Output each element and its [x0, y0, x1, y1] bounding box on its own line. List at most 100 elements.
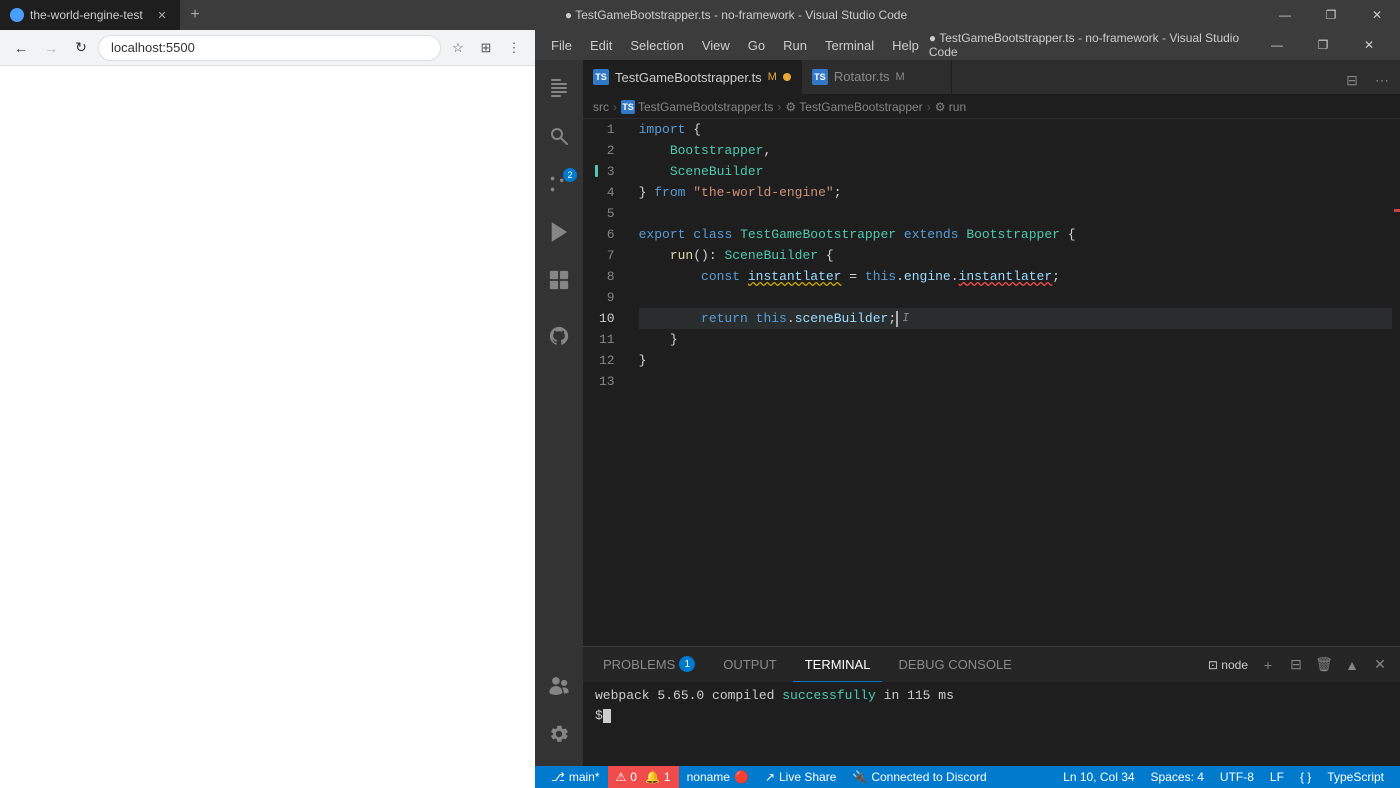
status-liveshare[interactable]: ↗ Live Share: [757, 766, 844, 788]
activity-github[interactable]: [535, 312, 583, 360]
titlebar-left: the-world-engine-test ✕ +: [0, 0, 210, 30]
breadcrumb-file[interactable]: TS TestGameBootstrapper.ts: [621, 100, 773, 114]
vscode-body: 2: [535, 60, 1400, 766]
status-errors[interactable]: ⚠ 0 🔔 1: [608, 766, 679, 788]
titlebar-title: ● TestGameBootstrapper.ts - no-framework…: [210, 8, 1262, 22]
browser-tab-close[interactable]: ✕: [154, 7, 170, 23]
encoding-label: UTF-8: [1220, 770, 1254, 784]
status-language[interactable]: TypeScript: [1319, 766, 1392, 788]
menu-terminal[interactable]: Terminal: [817, 34, 882, 57]
branch-icon: ⎇: [551, 770, 565, 784]
language-label: TypeScript: [1327, 770, 1384, 784]
code-line-12: }: [639, 350, 1392, 371]
back-button[interactable]: ←: [8, 35, 34, 61]
maximize-button[interactable]: ❐: [1308, 0, 1354, 30]
more-actions-button[interactable]: ⋯: [1368, 66, 1396, 94]
menu-edit[interactable]: Edit: [582, 34, 620, 57]
line-num-12: 12: [599, 350, 615, 371]
new-tab-button[interactable]: +: [180, 0, 210, 30]
browser-panel: ← → ↻ ☆ ⊞ ⋮: [0, 30, 535, 788]
status-right: Ln 10, Col 34 Spaces: 4 UTF-8 LF { } Typ…: [1055, 766, 1392, 788]
menu-help[interactable]: Help: [884, 34, 927, 57]
menu-run[interactable]: Run: [775, 34, 815, 57]
code-editor[interactable]: 1 2 3 4 5 6 7 8 9 10 11 12 13: [583, 119, 1400, 646]
line-num-4: 4: [599, 182, 615, 203]
menu-go[interactable]: Go: [740, 34, 773, 57]
tab-terminal[interactable]: TERMINAL: [793, 647, 883, 682]
breadcrumb-src[interactable]: src: [593, 100, 609, 114]
maximize-panel-button[interactable]: ▲: [1340, 653, 1364, 677]
code-line-3: SceneBuilder: [639, 161, 1392, 182]
breadcrumb-class[interactable]: ⚙ TestGameBootstrapper: [785, 100, 922, 114]
activity-settings[interactable]: [535, 710, 583, 758]
tab-output[interactable]: OUTPUT: [711, 647, 788, 682]
split-editor-button[interactable]: ⊟: [1338, 66, 1366, 94]
ts-icon-1: TS: [593, 69, 609, 85]
terminal-rest: in 115 ms: [876, 688, 954, 703]
status-bar: ⎇ main* ⚠ 0 🔔 1 noname 🔴 ↗ Live Share: [535, 766, 1400, 788]
activity-debug[interactable]: [535, 208, 583, 256]
code-line-6: export class TestGameBootstrapper extend…: [639, 224, 1392, 245]
status-eol[interactable]: LF: [1262, 766, 1292, 788]
vscode-maximize[interactable]: ❐: [1300, 30, 1346, 60]
bookmark-button[interactable]: ☆: [445, 35, 471, 61]
close-panel-button[interactable]: ✕: [1368, 653, 1392, 677]
activity-source-control[interactable]: 2: [535, 160, 583, 208]
tab-rotator[interactable]: TS Rotator.ts M: [802, 60, 952, 94]
liveshare-label: Live Share: [779, 770, 836, 784]
status-encoding[interactable]: UTF-8: [1212, 766, 1262, 788]
tab-modified-2: M: [896, 71, 905, 83]
split-terminal-button[interactable]: ⊟: [1284, 653, 1308, 677]
browser-menu-button[interactable]: ⋮: [501, 35, 527, 61]
address-bar[interactable]: [98, 35, 441, 61]
kill-terminal-button[interactable]: 🗑: [1312, 653, 1336, 677]
browser-tab-title: the-world-engine-test: [30, 8, 143, 22]
breadcrumb-method[interactable]: ⚙ run: [935, 100, 966, 114]
terminal-panel: PROBLEMS 1 OUTPUT TERMINAL DEBUG CONSOLE: [583, 646, 1400, 766]
add-terminal-button[interactable]: +: [1256, 653, 1280, 677]
menu-selection[interactable]: Selection: [622, 34, 691, 57]
menu-view[interactable]: View: [694, 34, 738, 57]
extensions-icon[interactable]: ⊞: [473, 35, 499, 61]
vscode-close[interactable]: ✕: [1346, 30, 1392, 60]
line-num-3: 3: [599, 161, 615, 182]
activity-explorer[interactable]: [535, 64, 583, 112]
activity-extensions[interactable]: [535, 256, 583, 304]
browser-tab[interactable]: the-world-engine-test ✕: [0, 0, 180, 30]
minimize-button[interactable]: —: [1262, 0, 1308, 30]
tab-testgamebootstrapper[interactable]: TS TestGameBootstrapper.ts M: [583, 60, 802, 94]
vscode-menubar: File Edit Selection View Go Run Terminal…: [535, 30, 1400, 60]
activity-search[interactable]: [535, 112, 583, 160]
status-discord[interactable]: 🔌 Connected to Discord: [844, 766, 994, 788]
tab-problems[interactable]: PROBLEMS 1: [591, 647, 707, 682]
status-noname[interactable]: noname 🔴: [679, 766, 757, 788]
status-spaces[interactable]: Spaces: 4: [1143, 766, 1212, 788]
line-num-7: 7: [599, 245, 615, 266]
status-cursor-pos[interactable]: Ln 10, Col 34: [1055, 766, 1142, 788]
vscode-minimize[interactable]: —: [1254, 30, 1300, 60]
close-button[interactable]: ✕: [1354, 0, 1400, 30]
status-format[interactable]: { }: [1292, 766, 1319, 788]
line-num-13: 13: [599, 371, 615, 392]
spaces-label: Spaces: 4: [1151, 770, 1204, 784]
activity-remote[interactable]: [535, 662, 583, 710]
terminal-success-word: successfully: [782, 688, 876, 703]
status-branch[interactable]: ⎇ main*: [543, 766, 608, 788]
ts-icon-2: TS: [812, 69, 828, 85]
code-line-2: Bootstrapper,: [639, 140, 1392, 161]
tab-unsaved-dot-1: [783, 73, 791, 81]
forward-button[interactable]: →: [38, 35, 64, 61]
editor-area: TS TestGameBootstrapper.ts M TS Rotator.…: [583, 60, 1400, 766]
terminal-cursor: [603, 709, 611, 723]
breadcrumb: src › TS TestGameBootstrapper.ts › ⚙ Tes…: [583, 95, 1400, 119]
code-content: import { Bootstrapper, SceneBuilder } fr…: [631, 119, 1400, 646]
menu-file[interactable]: File: [543, 34, 580, 57]
node-label: ⊡ node: [1204, 653, 1252, 677]
output-label: OUTPUT: [723, 657, 776, 672]
terminal-actions: ⊡ node + ⊟ 🗑 ▲ ✕: [1204, 653, 1392, 677]
warning-count: 1: [664, 770, 671, 784]
code-line-5: [639, 203, 1392, 224]
tab-modified-1: M: [768, 71, 777, 83]
tab-debug-console[interactable]: DEBUG CONSOLE: [886, 647, 1023, 682]
refresh-button[interactable]: ↻: [68, 35, 94, 61]
